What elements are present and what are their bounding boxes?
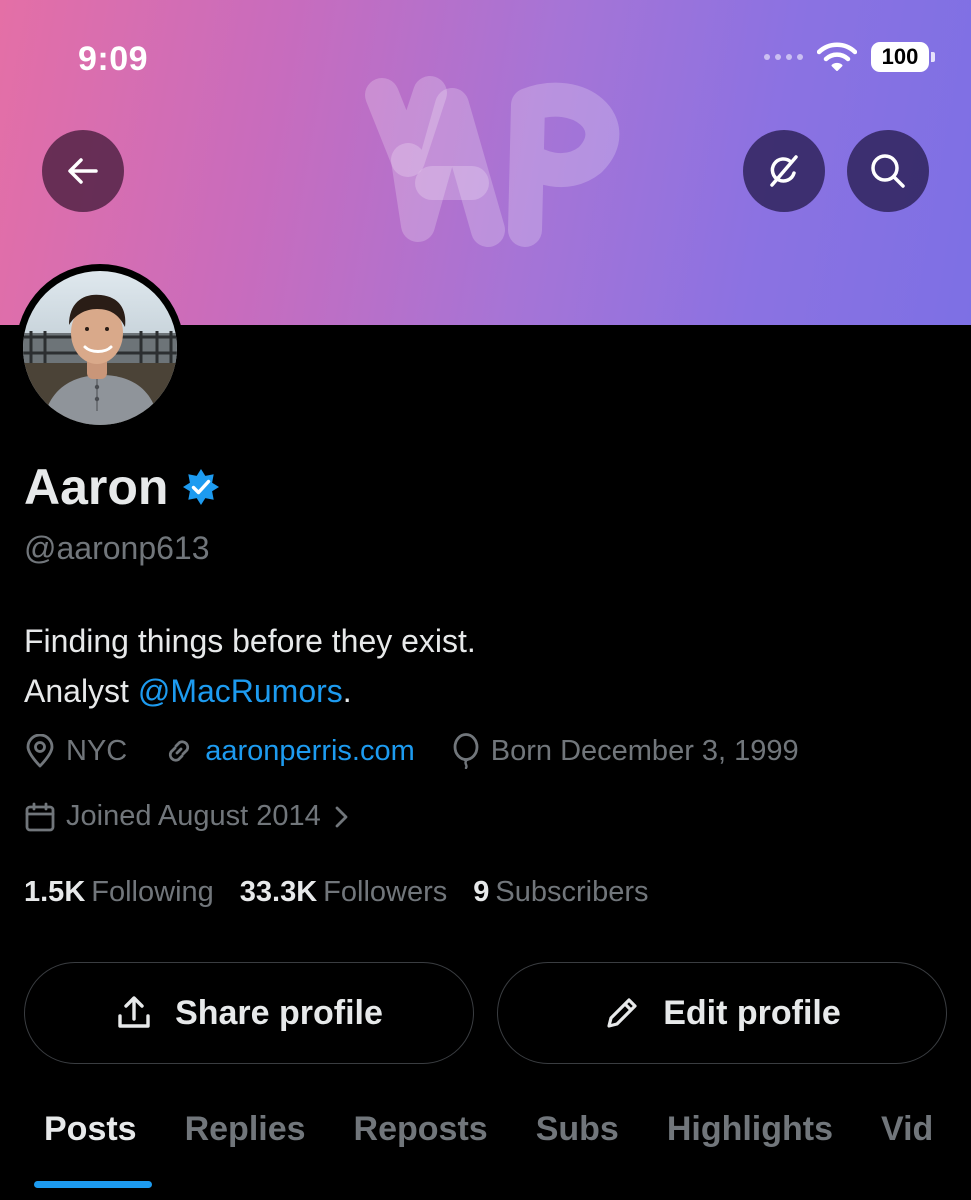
search-button[interactable] bbox=[847, 130, 929, 212]
subscribers-stat[interactable]: 9 Subscribers bbox=[473, 876, 648, 909]
edit-profile-button[interactable]: Edit profile bbox=[497, 962, 947, 1064]
back-button[interactable] bbox=[42, 130, 124, 212]
grok-button[interactable] bbox=[743, 130, 825, 212]
subscribers-count: 9 bbox=[473, 876, 490, 908]
profile-banner[interactable]: 9:09 100 bbox=[0, 0, 971, 325]
status-indicators: 100 bbox=[764, 42, 935, 72]
battery-icon: 100 bbox=[871, 42, 935, 72]
bio-line-2: Analyst @MacRumors. bbox=[24, 666, 476, 716]
bio-text: Analyst bbox=[24, 673, 138, 709]
following-count: 1.5K bbox=[24, 876, 86, 908]
cellular-signal-icon bbox=[764, 54, 803, 60]
chevron-right-icon bbox=[335, 806, 348, 827]
balloon-icon bbox=[453, 733, 479, 769]
edit-profile-label: Edit profile bbox=[663, 993, 841, 1032]
followers-stat[interactable]: 33.3K Followers bbox=[240, 876, 447, 909]
tab-videos[interactable]: Vid bbox=[857, 1110, 957, 1200]
website-link[interactable]: aaronperris.com bbox=[205, 735, 415, 768]
grok-icon bbox=[770, 155, 798, 187]
location-text: NYC bbox=[66, 734, 128, 767]
location-pin-icon bbox=[26, 734, 54, 768]
joined-item[interactable]: Joined August 2014 bbox=[24, 800, 351, 833]
profile-stats: 1.5K Following 33.3K Followers 9 Subscriber… bbox=[24, 876, 675, 909]
followers-count: 33.3K bbox=[239, 876, 318, 908]
calendar-icon bbox=[25, 802, 55, 831]
profile-tabs: Posts Replies Reposts Subs Highlights Vi… bbox=[0, 1110, 971, 1200]
display-name-row: Aaron bbox=[24, 458, 220, 516]
avatar[interactable] bbox=[16, 264, 184, 432]
bio: Finding things before they exist. Analys… bbox=[24, 616, 476, 716]
tab-replies[interactable]: Replies bbox=[161, 1110, 330, 1200]
handle: @aaronp613 bbox=[24, 530, 210, 566]
following-label: Following bbox=[91, 876, 214, 908]
active-tab-indicator bbox=[34, 1181, 152, 1188]
following-stat[interactable]: 1.5K Following bbox=[24, 876, 214, 909]
share-profile-button[interactable]: Share profile bbox=[24, 962, 474, 1064]
pencil-icon bbox=[607, 998, 637, 1028]
joined-text: Joined August 2014 bbox=[66, 800, 321, 832]
subscribers-label: Subscribers bbox=[495, 876, 649, 908]
tab-highlights[interactable]: Highlights bbox=[643, 1110, 857, 1200]
bio-line-1: Finding things before they exist. bbox=[24, 623, 476, 659]
profile-joined-row[interactable]: Joined August 2014 bbox=[24, 800, 387, 833]
share-profile-label: Share profile bbox=[175, 993, 383, 1032]
share-icon bbox=[118, 996, 150, 1028]
display-name: Aaron bbox=[24, 459, 169, 515]
banner-logo-image bbox=[365, 76, 620, 247]
bio-mention-link[interactable]: @MacRumors bbox=[138, 673, 343, 709]
profile-meta-row: NYC aaronperris.com Born December 3, 199… bbox=[24, 733, 835, 769]
wifi-icon bbox=[817, 42, 857, 71]
link-icon bbox=[169, 740, 190, 762]
avatar-photo bbox=[23, 271, 177, 425]
status-time: 9:09 bbox=[78, 40, 149, 78]
tab-subs[interactable]: Subs bbox=[512, 1110, 643, 1200]
location-item: NYC bbox=[24, 734, 127, 768]
battery-level: 100 bbox=[871, 42, 929, 72]
birthday-text: Born December 3, 1999 bbox=[490, 734, 799, 767]
tab-reposts[interactable]: Reposts bbox=[330, 1110, 512, 1200]
website-item[interactable]: aaronperris.com bbox=[163, 735, 415, 768]
verified-badge-icon bbox=[183, 469, 220, 505]
search-icon bbox=[871, 154, 905, 188]
birthday-item: Born December 3, 1999 bbox=[451, 733, 799, 769]
bio-punctuation: . bbox=[342, 673, 352, 709]
arrow-left-icon bbox=[68, 158, 98, 184]
followers-label: Followers bbox=[323, 876, 448, 908]
